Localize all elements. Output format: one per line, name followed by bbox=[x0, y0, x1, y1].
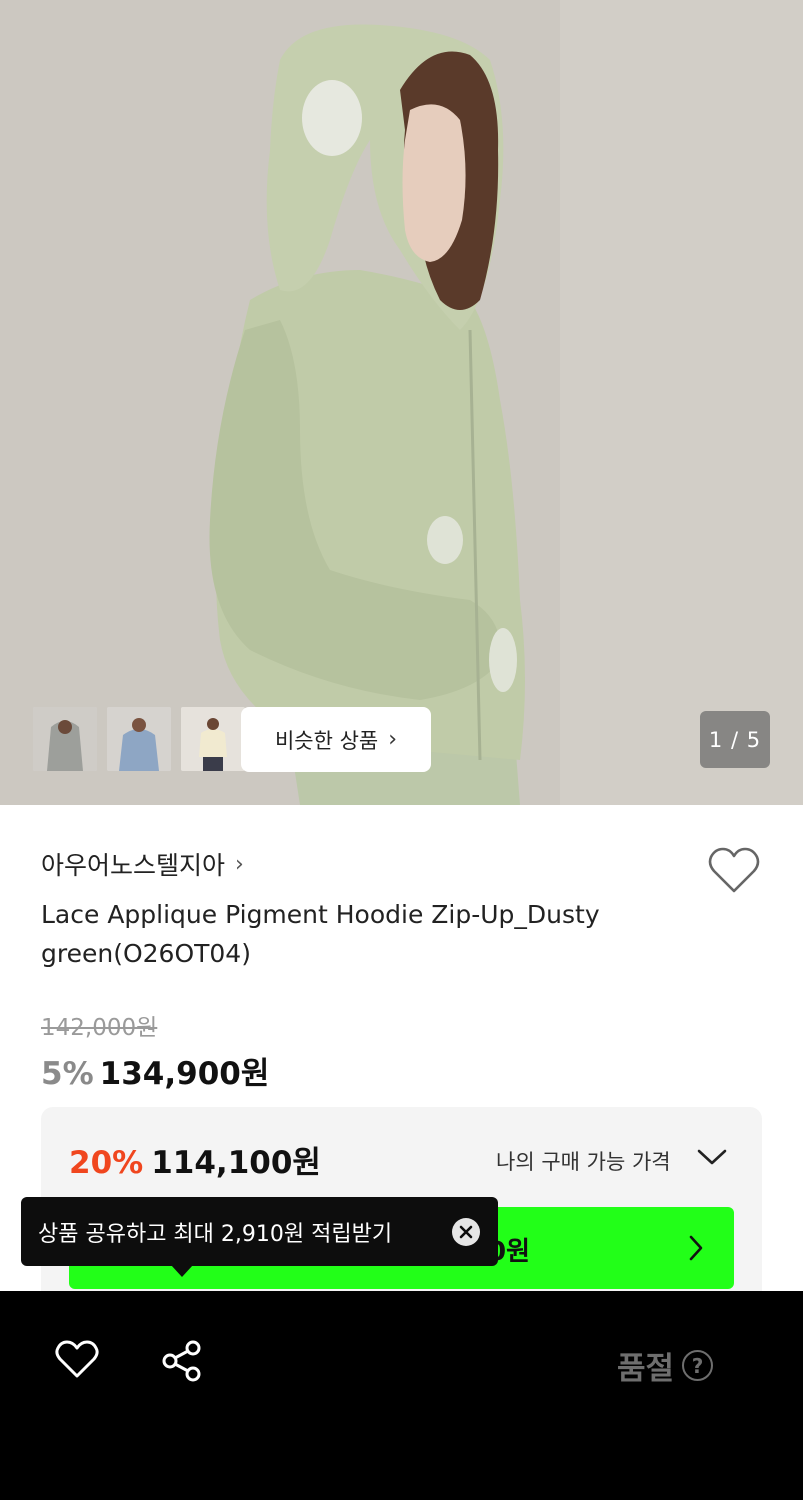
my-price: 114,100원 bbox=[151, 1145, 321, 1181]
brand-link[interactable]: 아우어노스텔지아 › bbox=[41, 846, 244, 882]
similar-products-button[interactable]: 비슷한 상품 › bbox=[241, 707, 431, 772]
thumbnail-3[interactable] bbox=[181, 707, 245, 771]
tooltip-text: 상품 공유하고 최대 2,910원 적립받기 bbox=[38, 1221, 393, 1247]
chevron-down-icon[interactable] bbox=[696, 1147, 728, 1167]
product-image-carousel[interactable]: 비슷한 상품 › 1 / 5 bbox=[0, 0, 803, 805]
tooltip-pointer bbox=[171, 1265, 193, 1277]
chevron-right-icon bbox=[689, 1235, 703, 1261]
my-price-row: 20% 114,100원 bbox=[69, 1137, 321, 1182]
chevron-right-icon: › bbox=[388, 727, 398, 752]
sold-out-label: 품절 bbox=[617, 1351, 675, 1387]
sold-out-status: 품절 ? bbox=[617, 1343, 714, 1388]
page-indicator: 1 / 5 bbox=[700, 711, 770, 768]
help-icon[interactable]: ? bbox=[682, 1350, 714, 1381]
share-reward-tooltip: 상품 공유하고 최대 2,910원 적립받기 bbox=[21, 1197, 498, 1277]
brand-name: 아우어노스텔지아 bbox=[41, 851, 226, 880]
discount-rate: 5% bbox=[41, 1056, 94, 1092]
page-indicator-text: 1 / 5 bbox=[708, 727, 762, 752]
product-photo bbox=[0, 0, 803, 805]
heart-icon[interactable] bbox=[708, 846, 760, 896]
original-price: 142,000원 bbox=[41, 1015, 158, 1041]
similar-products-label: 비슷한 상품 bbox=[274, 728, 379, 753]
close-icon[interactable] bbox=[452, 1218, 480, 1246]
price-row: 5% 134,900원 bbox=[41, 1048, 269, 1093]
thumbnail-strip bbox=[33, 707, 245, 771]
share-icon[interactable] bbox=[160, 1339, 204, 1383]
heart-icon[interactable] bbox=[55, 1340, 99, 1380]
my-price-label: 나의 구매 가능 가격 bbox=[496, 1150, 671, 1174]
my-discount-rate: 20% bbox=[69, 1145, 144, 1181]
thumbnail-1[interactable] bbox=[33, 707, 97, 771]
thumbnail-2[interactable] bbox=[107, 707, 171, 771]
bottom-action-bar: 품절 ? bbox=[0, 1291, 803, 1500]
chevron-right-icon: › bbox=[235, 851, 244, 877]
product-title: Lace Applique Pigment Hoodie Zip-Up_Dust… bbox=[41, 900, 600, 968]
sale-price: 134,900원 bbox=[99, 1056, 270, 1092]
